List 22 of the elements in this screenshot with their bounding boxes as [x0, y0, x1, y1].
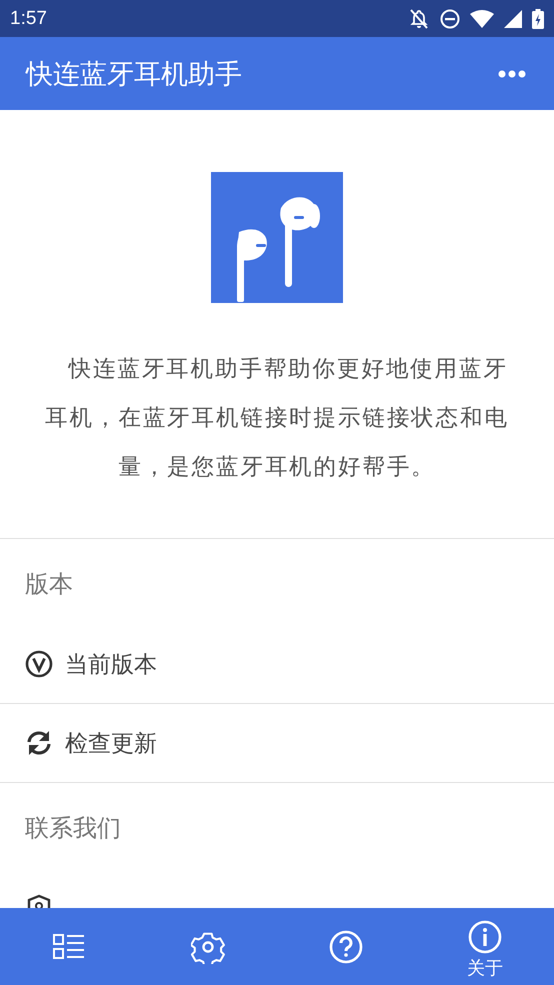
battery-icon	[532, 8, 544, 28]
list-icon	[53, 932, 86, 960]
status-time: 1:57	[10, 8, 47, 30]
settings-item[interactable]: 检查更新	[0, 704, 554, 782]
section-header: 版本	[24, 569, 74, 600]
version-icon	[25, 650, 53, 678]
item-label: 当前版本	[65, 650, 157, 680]
section-header: 联系我们	[24, 813, 122, 844]
nav-tab[interactable]: 关于	[416, 908, 554, 985]
intro-paragraph: 快连蓝牙耳机助手帮助你更好地使用蓝牙耳机，在蓝牙耳机链接时提示链接状态和电量，是您蓝牙耳机的好帮手。	[44, 355, 510, 482]
app-title: 快连蓝牙耳机助手	[26, 58, 242, 92]
signal-icon	[504, 10, 522, 28]
wifi-icon	[470, 10, 494, 28]
settings-icon	[190, 930, 225, 964]
notifications-off-icon	[408, 8, 430, 28]
info-icon	[468, 920, 502, 954]
refresh-icon	[25, 729, 53, 757]
settings-item[interactable]: 当前版本	[0, 625, 554, 703]
do-not-disturb-icon	[440, 8, 460, 28]
earbuds-logo-icon	[211, 172, 343, 303]
item-label: 检查更新	[65, 730, 157, 758]
help-icon	[329, 930, 364, 964]
